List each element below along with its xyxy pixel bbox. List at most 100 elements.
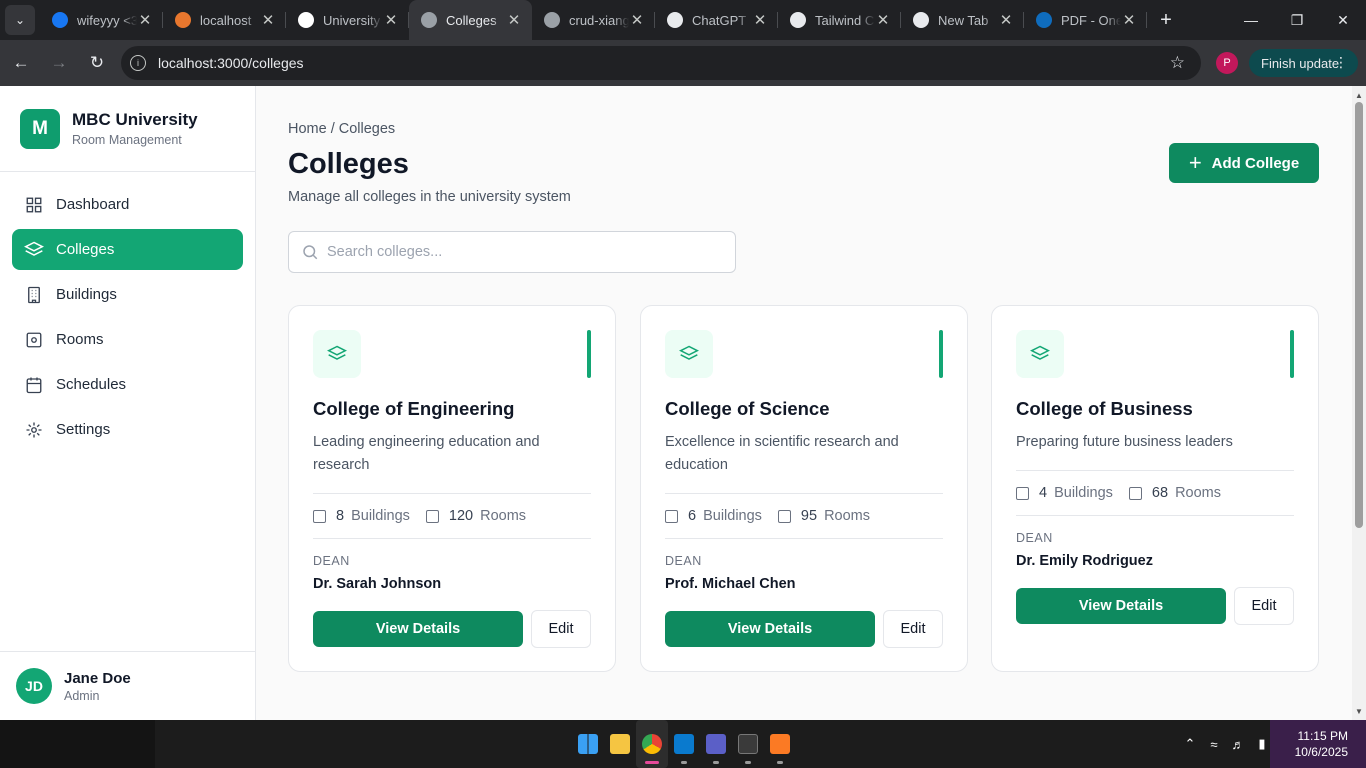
scrollbar-thumb[interactable] <box>1355 102 1363 528</box>
maximize-button[interactable]: ❐ <box>1274 0 1320 40</box>
search-input[interactable] <box>327 244 707 260</box>
tab-close-icon[interactable]: ✕ <box>998 11 1014 29</box>
buildings-stat: 8 Buildings <box>313 508 410 524</box>
browser-tab[interactable]: Tailwind CSS✕ <box>778 0 901 40</box>
browser-toolbar: ← → ↻ i localhost:3000/colleges ☆ <box>0 40 1366 86</box>
rooms-label: Rooms <box>480 508 527 524</box>
building-icon <box>1016 486 1029 500</box>
start-button[interactable] <box>572 720 604 768</box>
tab-close-icon[interactable]: ✕ <box>1121 11 1137 29</box>
volume-icon[interactable]: ♬ <box>1226 737 1250 752</box>
add-college-button[interactable]: + Add College <box>1169 143 1319 183</box>
terminal-app[interactable] <box>732 720 764 768</box>
site-info-icon[interactable]: i <box>130 55 146 71</box>
tab-close-icon[interactable]: ✕ <box>629 11 645 29</box>
tab-close-icon[interactable]: ✕ <box>752 11 768 29</box>
show-hidden-icons-icon[interactable]: ⌃ <box>1178 736 1202 752</box>
new-tab-button[interactable]: + <box>1151 5 1181 35</box>
scroll-up-arrow-icon[interactable]: ▲ <box>1352 88 1366 102</box>
sidebar-item-dashboard[interactable]: Dashboard <box>12 184 243 225</box>
view-details-button[interactable]: View Details <box>1016 588 1226 624</box>
user-name: Jane Doe <box>64 669 131 687</box>
edit-button[interactable]: Edit <box>883 610 943 648</box>
teams-app[interactable] <box>700 720 732 768</box>
clock[interactable]: 11:15 PM 10/6/2025 <box>1270 720 1366 768</box>
dean-name: Dr. Emily Rodriguez <box>1016 553 1153 569</box>
tab-close-icon[interactable]: ✕ <box>137 11 153 29</box>
tab-title: localhost <box>200 12 252 28</box>
minimize-button[interactable]: — <box>1228 0 1274 40</box>
tab-close-icon[interactable]: ✕ <box>875 11 891 29</box>
edit-button[interactable]: Edit <box>1234 587 1294 625</box>
user-role: Admin <box>64 688 100 703</box>
browser-tab[interactable]: PDF - OneDrive✕ <box>1024 0 1147 40</box>
address-bar[interactable]: i localhost:3000/colleges ☆ <box>121 46 1201 80</box>
window-controls: — ❐ ✕ <box>1228 0 1366 40</box>
sidebar-item-colleges[interactable]: Colleges <box>12 229 243 270</box>
browser-tab[interactable]: crud-xiang ✕ <box>532 0 655 40</box>
tab-title: New Tab <box>938 12 989 28</box>
college-card[interactable]: College of Business Preparing future busi… <box>991 305 1319 672</box>
taskbar-widgets-area <box>0 720 155 768</box>
college-name: College of Engineering <box>313 398 515 419</box>
browser-tab[interactable]: localhost ✕ <box>163 0 286 40</box>
close-window-button[interactable]: ✕ <box>1320 0 1366 40</box>
buildings-label: Buildings <box>1054 485 1113 501</box>
file-explorer-app[interactable] <box>604 720 636 768</box>
chrome-icon <box>642 734 662 754</box>
college-description: Preparing future business leaders <box>1016 434 1233 450</box>
tab-close-icon[interactable]: ✕ <box>506 11 522 29</box>
college-card[interactable]: College of Engineering Leading engineerin… <box>288 305 616 672</box>
page-subtitle: Manage all colleges in the university sy… <box>288 189 571 205</box>
tab-title: PDF - OneDrive <box>1061 12 1121 28</box>
college-card[interactable]: College of Science Excellence in scientif… <box>640 305 968 672</box>
view-details-button[interactable]: View Details <box>313 611 523 647</box>
profile-avatar[interactable]: P <box>1216 52 1238 74</box>
url-text[interactable]: localhost:3000/colleges <box>158 55 304 71</box>
reload-button[interactable]: ↻ <box>80 46 114 80</box>
page-scrollbar[interactable]: ▲ ▼ <box>1352 86 1366 720</box>
chrome-app[interactable] <box>636 720 668 768</box>
search-box[interactable] <box>288 231 736 273</box>
sidebar-item-settings[interactable]: Settings <box>12 409 243 450</box>
buildings-count: 8 <box>336 508 345 524</box>
dean-label: DEAN <box>665 554 702 568</box>
browser-tab[interactable]: Colleges ✕ <box>409 0 532 40</box>
rooms-count: 95 <box>800 508 818 524</box>
browser-tab[interactable]: wifeyyy <3 ✕ <box>40 0 163 40</box>
browser-tab[interactable]: University ✕ <box>286 0 409 40</box>
building-icon <box>665 509 678 523</box>
xampp-app[interactable] <box>764 720 796 768</box>
dean-name: Prof. Michael Chen <box>665 576 796 592</box>
rooms-stat: 95 Rooms <box>777 508 870 524</box>
tab-favicon-icon <box>175 12 191 28</box>
edit-button[interactable]: Edit <box>531 610 591 648</box>
teams-icon <box>706 734 726 754</box>
card-accent-bar <box>1290 330 1294 378</box>
finish-update-button[interactable]: Finish update ⋮ <box>1249 49 1358 77</box>
xampp-icon <box>770 734 790 754</box>
browser-tab[interactable]: ChatGPT ✕ <box>655 0 778 40</box>
tab-close-icon[interactable]: ✕ <box>260 11 276 29</box>
sidebar-item-label: Colleges <box>56 241 115 258</box>
user-profile[interactable]: JD Jane Doe Admin <box>0 651 255 720</box>
vscode-app[interactable] <box>668 720 700 768</box>
browser-tab[interactable]: New Tab ✕ <box>901 0 1024 40</box>
scroll-down-arrow-icon[interactable]: ▼ <box>1352 704 1366 718</box>
bookmark-star-icon[interactable]: ☆ <box>1170 53 1185 73</box>
taskbar-apps <box>572 720 796 768</box>
college-name: College of Business <box>1016 398 1193 419</box>
sidebar-item-schedules[interactable]: Schedules <box>12 364 243 405</box>
back-button[interactable]: ← <box>4 46 38 80</box>
sidebar-item-rooms[interactable]: Rooms <box>12 319 243 360</box>
clock-date: 10/6/2025 <box>1294 745 1348 759</box>
forward-button[interactable]: → <box>42 46 76 80</box>
clock-time: 11:15 PM <box>1297 729 1348 743</box>
buildings-label: Buildings <box>703 508 762 524</box>
tab-close-icon[interactable]: ✕ <box>383 11 399 29</box>
tab-search-button[interactable]: ⌄ <box>5 5 35 35</box>
view-details-button[interactable]: View Details <box>665 611 875 647</box>
wifi-icon[interactable]: ≈ <box>1202 737 1226 752</box>
more-menu-icon[interactable]: ⋮ <box>1334 54 1348 71</box>
sidebar-item-buildings[interactable]: Buildings <box>12 274 243 315</box>
